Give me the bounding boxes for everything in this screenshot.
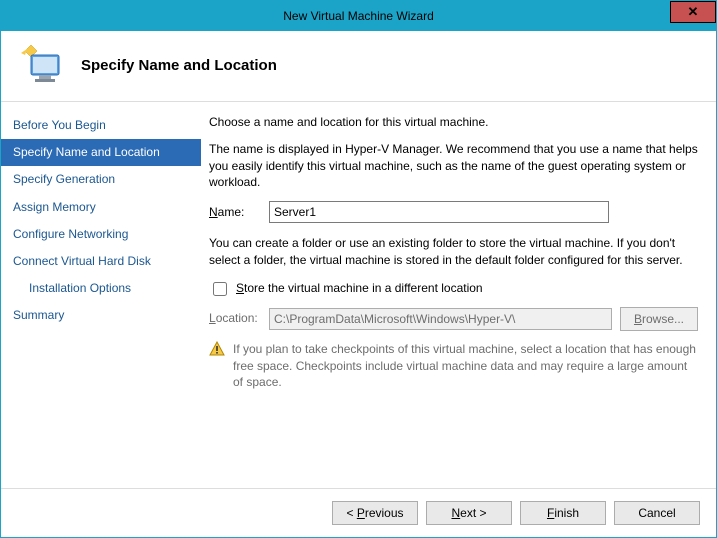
name-label: Name: xyxy=(209,204,261,221)
location-label: Location: xyxy=(209,310,261,327)
wizard-header: Specify Name and Location xyxy=(1,31,716,102)
close-button[interactable]: ✕ xyxy=(670,1,716,23)
store-different-row: Store the virtual machine in a different… xyxy=(209,279,698,299)
info-text: If you plan to take checkpoints of this … xyxy=(233,341,698,391)
wizard-icon xyxy=(19,41,67,89)
titlebar[interactable]: New Virtual Machine Wizard ✕ xyxy=(1,1,716,31)
store-different-checkbox[interactable] xyxy=(213,282,227,296)
wizard-window: New Virtual Machine Wizard ✕ Specify Nam… xyxy=(0,0,717,538)
info-row: If you plan to take checkpoints of this … xyxy=(209,341,698,391)
wizard-body: Before You Begin Specify Name and Locati… xyxy=(1,102,716,488)
nav-installation-options[interactable]: Installation Options xyxy=(1,275,201,302)
name-help-text: The name is displayed in Hyper-V Manager… xyxy=(209,141,698,191)
previous-button[interactable]: < Previous xyxy=(332,501,418,525)
nav-summary[interactable]: Summary xyxy=(1,302,201,329)
location-input xyxy=(269,308,612,330)
window-title: New Virtual Machine Wizard xyxy=(283,9,434,23)
store-different-label[interactable]: Store the virtual machine in a different… xyxy=(236,280,483,297)
sidebar: Before You Begin Specify Name and Locati… xyxy=(1,102,201,488)
nav-connect-vhd[interactable]: Connect Virtual Hard Disk xyxy=(1,248,201,275)
close-icon: ✕ xyxy=(688,4,699,20)
page-title: Specify Name and Location xyxy=(81,57,277,74)
nav-specify-name-location[interactable]: Specify Name and Location xyxy=(1,139,201,166)
nav-assign-memory[interactable]: Assign Memory xyxy=(1,194,201,221)
nav-before-you-begin[interactable]: Before You Begin xyxy=(1,112,201,139)
name-row: Name: xyxy=(209,201,698,223)
next-button[interactable]: Next > xyxy=(426,501,512,525)
browse-button: Browse... xyxy=(620,307,698,331)
content-pane: Choose a name and location for this virt… xyxy=(201,102,716,488)
warning-icon xyxy=(209,341,225,357)
intro-text: Choose a name and location for this virt… xyxy=(209,114,698,131)
nav-specify-generation[interactable]: Specify Generation xyxy=(1,166,201,193)
finish-button[interactable]: Finish xyxy=(520,501,606,525)
footer: < Previous Next > Finish Cancel xyxy=(1,488,716,537)
location-row: Location: Browse... xyxy=(209,307,698,331)
cancel-button[interactable]: Cancel xyxy=(614,501,700,525)
location-help-text: You can create a folder or use an existi… xyxy=(209,235,698,269)
nav-configure-networking[interactable]: Configure Networking xyxy=(1,221,201,248)
name-input[interactable] xyxy=(269,201,609,223)
